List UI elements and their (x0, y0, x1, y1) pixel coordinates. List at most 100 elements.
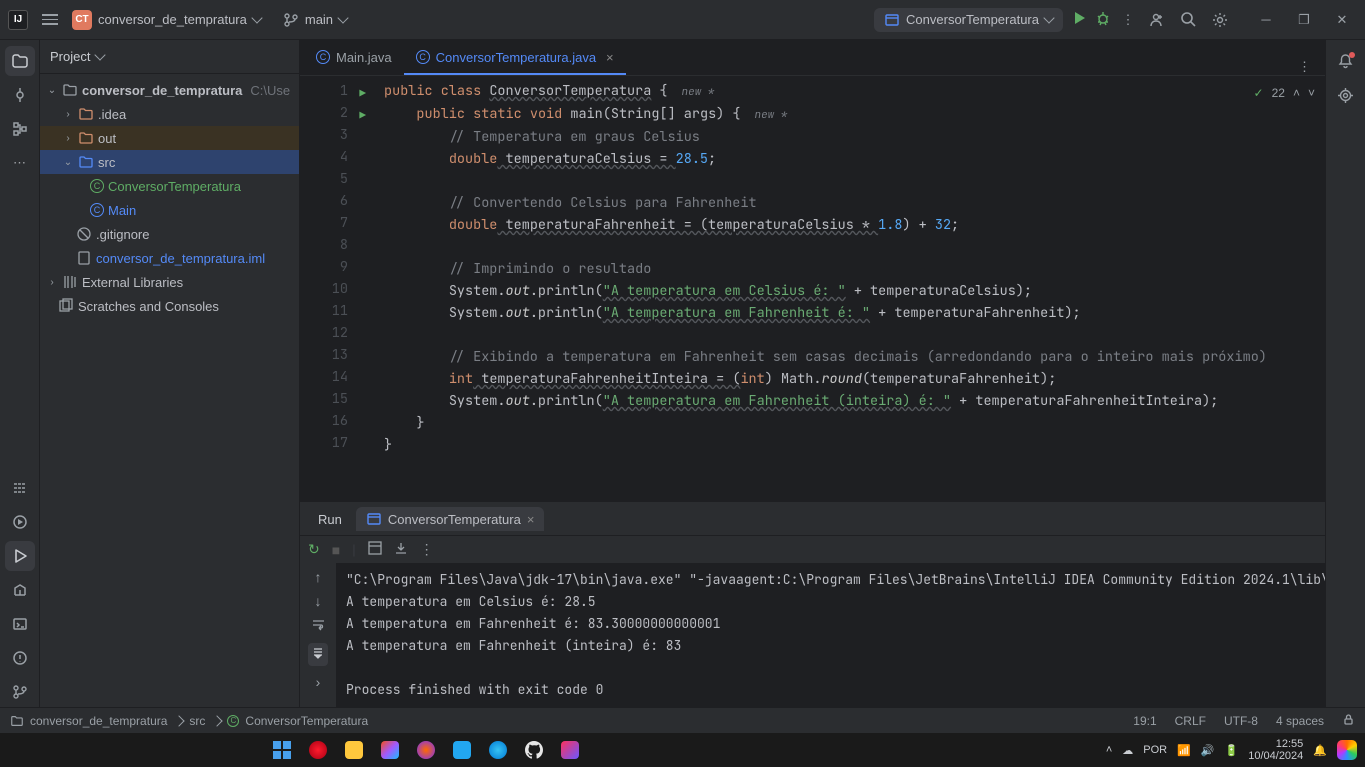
run-config-label: ConversorTemperatura (906, 12, 1039, 27)
notifications-button[interactable] (1331, 46, 1361, 76)
tray-clock[interactable]: 12:55 10/04/2024 (1248, 738, 1303, 762)
application-icon (366, 511, 382, 527)
run-tool-button[interactable] (5, 541, 35, 571)
git-branch-selector[interactable]: main (283, 12, 347, 28)
terminal-tool-button[interactable] (5, 609, 35, 639)
indent-info[interactable]: 4 spaces (1276, 714, 1324, 728)
project-panel-title: Project (50, 49, 90, 64)
run-button[interactable] (1071, 10, 1087, 29)
run-config-selector[interactable]: ConversorTemperatura (874, 8, 1063, 32)
crumb[interactable]: src (189, 714, 205, 728)
debug-tool-button[interactable] (5, 507, 35, 537)
editor-tabs: C Main.java C ConversorTemperatura.java … (300, 40, 1325, 76)
tree-file-main[interactable]: C Main (40, 198, 299, 222)
ai-assistant-button[interactable] (1331, 80, 1361, 110)
tree-label: conversor_de_tempratura.iml (96, 251, 265, 266)
tray-wifi-icon[interactable]: 📶 (1177, 744, 1191, 757)
tree-external-libs[interactable]: › External Libraries (40, 270, 299, 294)
tab-main[interactable]: C Main.java (304, 41, 404, 75)
close-window-button[interactable]: ✕ (1327, 6, 1357, 34)
project-panel-header[interactable]: Project (40, 40, 299, 74)
problems-tool-button[interactable] (5, 643, 35, 673)
code-content[interactable]: public class ConversorTemperatura {new *… (358, 76, 1325, 502)
file-encoding[interactable]: UTF-8 (1224, 714, 1258, 728)
services-tool-button[interactable] (5, 473, 35, 503)
wrap-button[interactable] (311, 617, 326, 635)
tree-file-conversor[interactable]: C ConversorTemperatura (40, 174, 299, 198)
tree-scratches[interactable]: Scratches and Consoles (40, 294, 299, 318)
taskbar-app-intellij[interactable] (557, 737, 583, 763)
inspection-widget[interactable]: ✓ 22 ˄ ˅ (1254, 86, 1315, 100)
run-gutter-icon[interactable]: ▶ (359, 105, 366, 127)
caret-position[interactable]: 19:1 (1133, 714, 1156, 728)
gutter[interactable]: 1▶ 2▶ 3 4 5 6 7 8 9 10 11 12 13 14 15 16… (300, 76, 358, 502)
more-button[interactable]: ⋮ (420, 541, 434, 558)
tree-folder-out[interactable]: › out (40, 126, 299, 150)
structure-tool-button[interactable] (5, 114, 35, 144)
down-button[interactable]: ↓ (315, 593, 322, 609)
chevron-down-icon[interactable]: ˅ (1308, 86, 1315, 100)
tree-file-iml[interactable]: conversor_de_tempratura.iml (40, 246, 299, 270)
close-tab-icon[interactable]: × (606, 50, 614, 65)
run-tab[interactable]: ConversorTemperatura × (356, 507, 545, 531)
tray-onedrive-icon[interactable]: ☁ (1122, 744, 1133, 757)
taskbar-app[interactable] (341, 737, 367, 763)
code-editor[interactable]: 1▶ 2▶ 3 4 5 6 7 8 9 10 11 12 13 14 15 16… (300, 76, 1325, 502)
more-tools-button[interactable]: ⋯ (5, 148, 35, 178)
taskbar-app[interactable] (305, 737, 331, 763)
maximize-button[interactable]: ❐ (1289, 6, 1319, 34)
taskbar-app[interactable] (521, 737, 547, 763)
settings-button[interactable] (1211, 11, 1229, 29)
chevron-right-icon (174, 715, 185, 726)
build-tool-button[interactable] (5, 575, 35, 605)
tree-folder-src[interactable]: ⌄ src (40, 150, 299, 174)
debug-button[interactable] (1095, 10, 1111, 29)
tree-folder-idea[interactable]: › .idea (40, 102, 299, 126)
tree-file-gitignore[interactable]: .gitignore (40, 222, 299, 246)
taskbar-app[interactable] (377, 737, 403, 763)
tray-language[interactable]: POR (1143, 744, 1167, 756)
ide-logo-icon: IJ (8, 10, 28, 30)
minimize-button[interactable]: ─ (1251, 6, 1281, 34)
tab-conversor[interactable]: C ConversorTemperatura.java × (404, 41, 626, 75)
expand-button[interactable]: › (316, 674, 321, 690)
tray-copilot-icon[interactable] (1337, 740, 1357, 760)
stop-button[interactable]: ■ (332, 542, 340, 558)
scroll-button[interactable] (308, 643, 328, 666)
layout-button[interactable] (368, 541, 382, 558)
tray-battery-icon[interactable]: 🔋 (1225, 744, 1239, 757)
export-button[interactable] (394, 541, 408, 558)
branch-name-label: main (305, 12, 333, 27)
start-button[interactable] (269, 737, 295, 763)
class-icon: C (416, 50, 430, 64)
taskbar-app[interactable] (485, 737, 511, 763)
rerun-button[interactable]: ↻ (308, 541, 320, 558)
up-button[interactable]: ↑ (315, 569, 322, 585)
tray-chevron-icon[interactable]: ˄ (1106, 744, 1112, 756)
vcs-tool-button[interactable] (5, 677, 35, 707)
more-actions-button[interactable]: ⋮ (1119, 11, 1137, 29)
project-selector[interactable]: CT conversor_de_tempratura (72, 10, 261, 30)
readonly-toggle[interactable] (1342, 713, 1355, 729)
chevron-up-icon[interactable]: ˄ (1293, 86, 1300, 100)
commit-tool-button[interactable] (5, 80, 35, 110)
tree-root[interactable]: ⌄ conversor_de_tempratura C:\Use (40, 78, 299, 102)
breadcrumb[interactable]: conversor_de_tempratura src C ConversorT… (10, 714, 368, 728)
taskbar-app[interactable] (449, 737, 475, 763)
console-output[interactable]: "C:\Program Files\Java\jdk-17\bin\java.e… (336, 563, 1325, 707)
crumb[interactable]: conversor_de_tempratura (30, 714, 167, 728)
taskbar-app[interactable] (413, 737, 439, 763)
project-tool-button[interactable] (5, 46, 35, 76)
tray-notifications-icon[interactable]: 🔔 (1313, 744, 1327, 757)
main-menu-button[interactable] (38, 10, 62, 29)
close-tab-icon[interactable]: × (527, 512, 535, 527)
code-with-me-button[interactable] (1147, 11, 1165, 29)
line-separator[interactable]: CRLF (1175, 714, 1206, 728)
search-button[interactable] (1179, 11, 1197, 29)
project-tree[interactable]: ⌄ conversor_de_tempratura C:\Use › .idea… (40, 74, 299, 707)
tray-volume-icon[interactable]: 🔊 (1201, 744, 1215, 757)
class-icon: C (227, 715, 239, 727)
crumb[interactable]: ConversorTemperatura (245, 714, 368, 728)
tab-more-button[interactable]: ⋮ (1288, 59, 1321, 75)
run-gutter-icon[interactable]: ▶ (359, 83, 366, 105)
